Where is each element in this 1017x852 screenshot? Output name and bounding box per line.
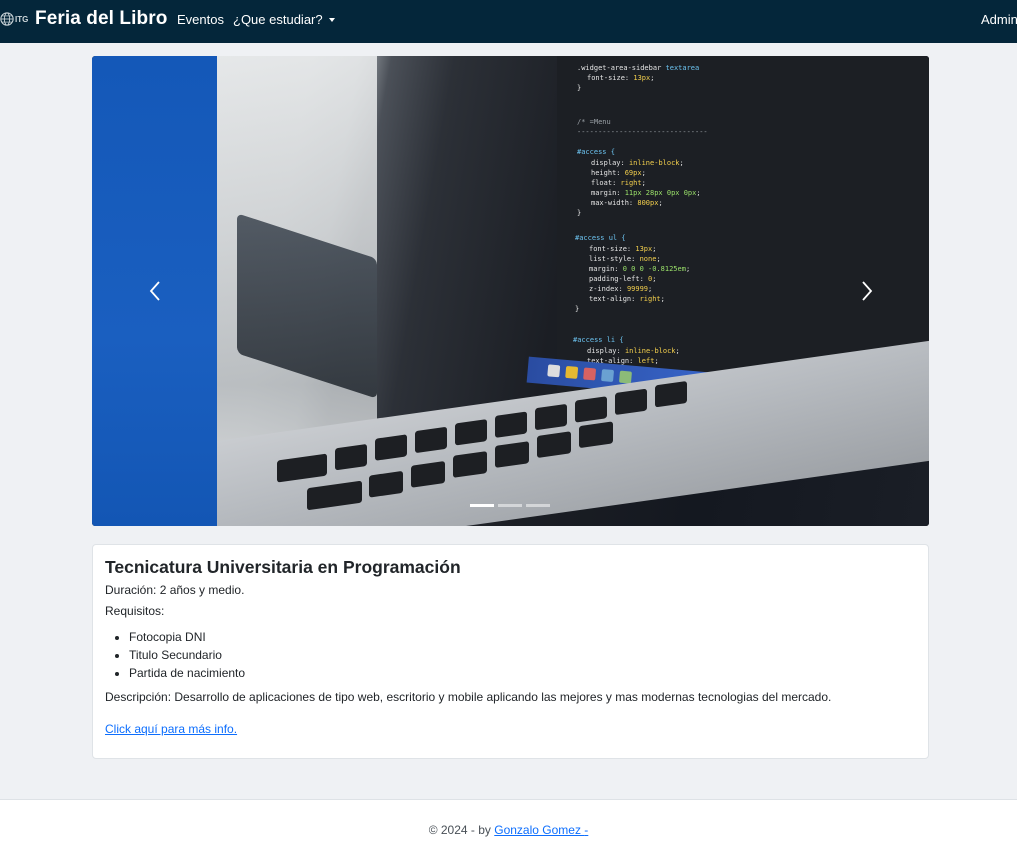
carousel-indicator-3[interactable] xyxy=(526,504,550,507)
carousel-indicator-2[interactable] xyxy=(498,504,522,507)
career-title: Tecnicatura Universitaria en Programació… xyxy=(105,557,461,577)
list-item: Fotocopia DNI xyxy=(129,630,916,644)
career-info-card: Tecnicatura Universitaria en Programació… xyxy=(92,544,929,759)
nav-dropdown-label: ¿Que estudiar? xyxy=(233,12,323,27)
logo-text: ITG xyxy=(15,14,29,24)
image-carousel: .widget-area-sidebar textarea font-size:… xyxy=(92,56,929,526)
career-description: Descripción: Desarrollo de aplicaciones … xyxy=(105,690,832,704)
footer-author-link[interactable]: Gonzalo Gomez xyxy=(494,823,584,852)
requirements-list: Fotocopia DNI Titulo Secundario Partida … xyxy=(129,630,916,680)
carousel-indicator-1[interactable] xyxy=(470,504,494,507)
nav-link-eventos[interactable]: Eventos xyxy=(177,12,224,27)
caret-down-icon xyxy=(328,17,335,22)
nav-link-admin[interactable]: Admin xyxy=(981,12,1017,27)
career-duration: Duración: 2 años y medio. xyxy=(105,583,245,597)
more-info-link[interactable]: Click aquí para más info. xyxy=(105,722,237,736)
itg-logo[interactable]: ITG xyxy=(0,10,30,28)
footer-dash-link[interactable]: - xyxy=(584,823,588,852)
globe-icon xyxy=(0,12,14,26)
carousel-next-button[interactable] xyxy=(804,56,929,526)
nav-dropdown-que-estudiar[interactable]: ¿Que estudiar? xyxy=(233,12,335,27)
page-footer: © 2024 - by Gonzalo Gomez - xyxy=(0,799,1017,852)
footer-copyright: © 2024 - by xyxy=(428,823,495,837)
carousel-indicators xyxy=(470,504,550,507)
carousel-prev-button[interactable] xyxy=(92,56,217,526)
requirements-label: Requisitos: xyxy=(105,604,165,618)
chevron-right-icon xyxy=(861,281,872,301)
list-item: Titulo Secundario xyxy=(129,648,916,662)
list-item: Partida de nacimiento xyxy=(129,666,916,680)
chevron-left-icon xyxy=(149,281,160,301)
brand-title[interactable]: Feria del Libro xyxy=(35,8,167,30)
top-navbar: ITG Feria del Libro Eventos ¿Que estudia… xyxy=(0,0,1017,43)
